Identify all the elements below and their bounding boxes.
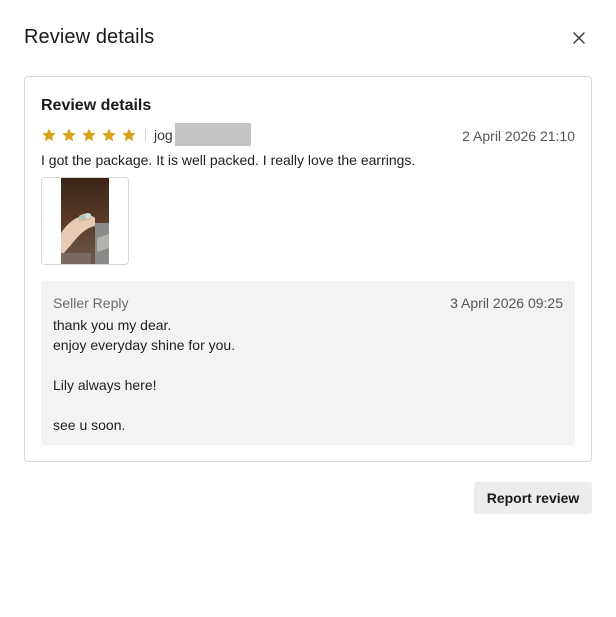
review-section-title: Review details bbox=[41, 97, 152, 114]
star-icon bbox=[101, 127, 117, 143]
review-text: I got the package. It is well packed. I … bbox=[41, 152, 416, 168]
star-rating bbox=[41, 127, 137, 143]
reply-line: thank you my dear. bbox=[53, 317, 172, 333]
review-photo-thumbnail[interactable] bbox=[41, 177, 129, 265]
dialog-title: Review details bbox=[24, 26, 155, 48]
report-review-button[interactable]: Report review bbox=[474, 482, 592, 514]
seller-reply-box: Seller Reply 3 April 2026 09:25 thank yo… bbox=[41, 281, 575, 445]
reply-line bbox=[53, 355, 235, 375]
star-icon bbox=[61, 127, 77, 143]
review-photo-image bbox=[61, 178, 109, 264]
star-icon bbox=[121, 127, 137, 143]
seller-reply-body: thank you my dear. enjoy everyday shine … bbox=[53, 315, 235, 435]
reply-line: Lily always here! bbox=[53, 377, 157, 393]
seller-reply-date: 3 April 2026 09:25 bbox=[450, 295, 563, 311]
reply-line bbox=[53, 395, 235, 415]
reply-line: see u soon. bbox=[53, 417, 126, 433]
username-redaction bbox=[175, 123, 251, 146]
star-icon bbox=[41, 127, 57, 143]
reviewer-username: jog bbox=[154, 127, 173, 143]
review-date: 2 April 2026 21:10 bbox=[462, 128, 575, 144]
close-button[interactable] bbox=[568, 27, 590, 49]
seller-reply-label: Seller Reply bbox=[53, 295, 129, 311]
review-card: Review details jog 2 April 2026 21:10 I … bbox=[24, 76, 592, 462]
close-icon bbox=[573, 32, 585, 44]
rating-divider bbox=[145, 129, 146, 142]
reply-line: enjoy everyday shine for you. bbox=[53, 337, 236, 353]
star-icon bbox=[81, 127, 97, 143]
